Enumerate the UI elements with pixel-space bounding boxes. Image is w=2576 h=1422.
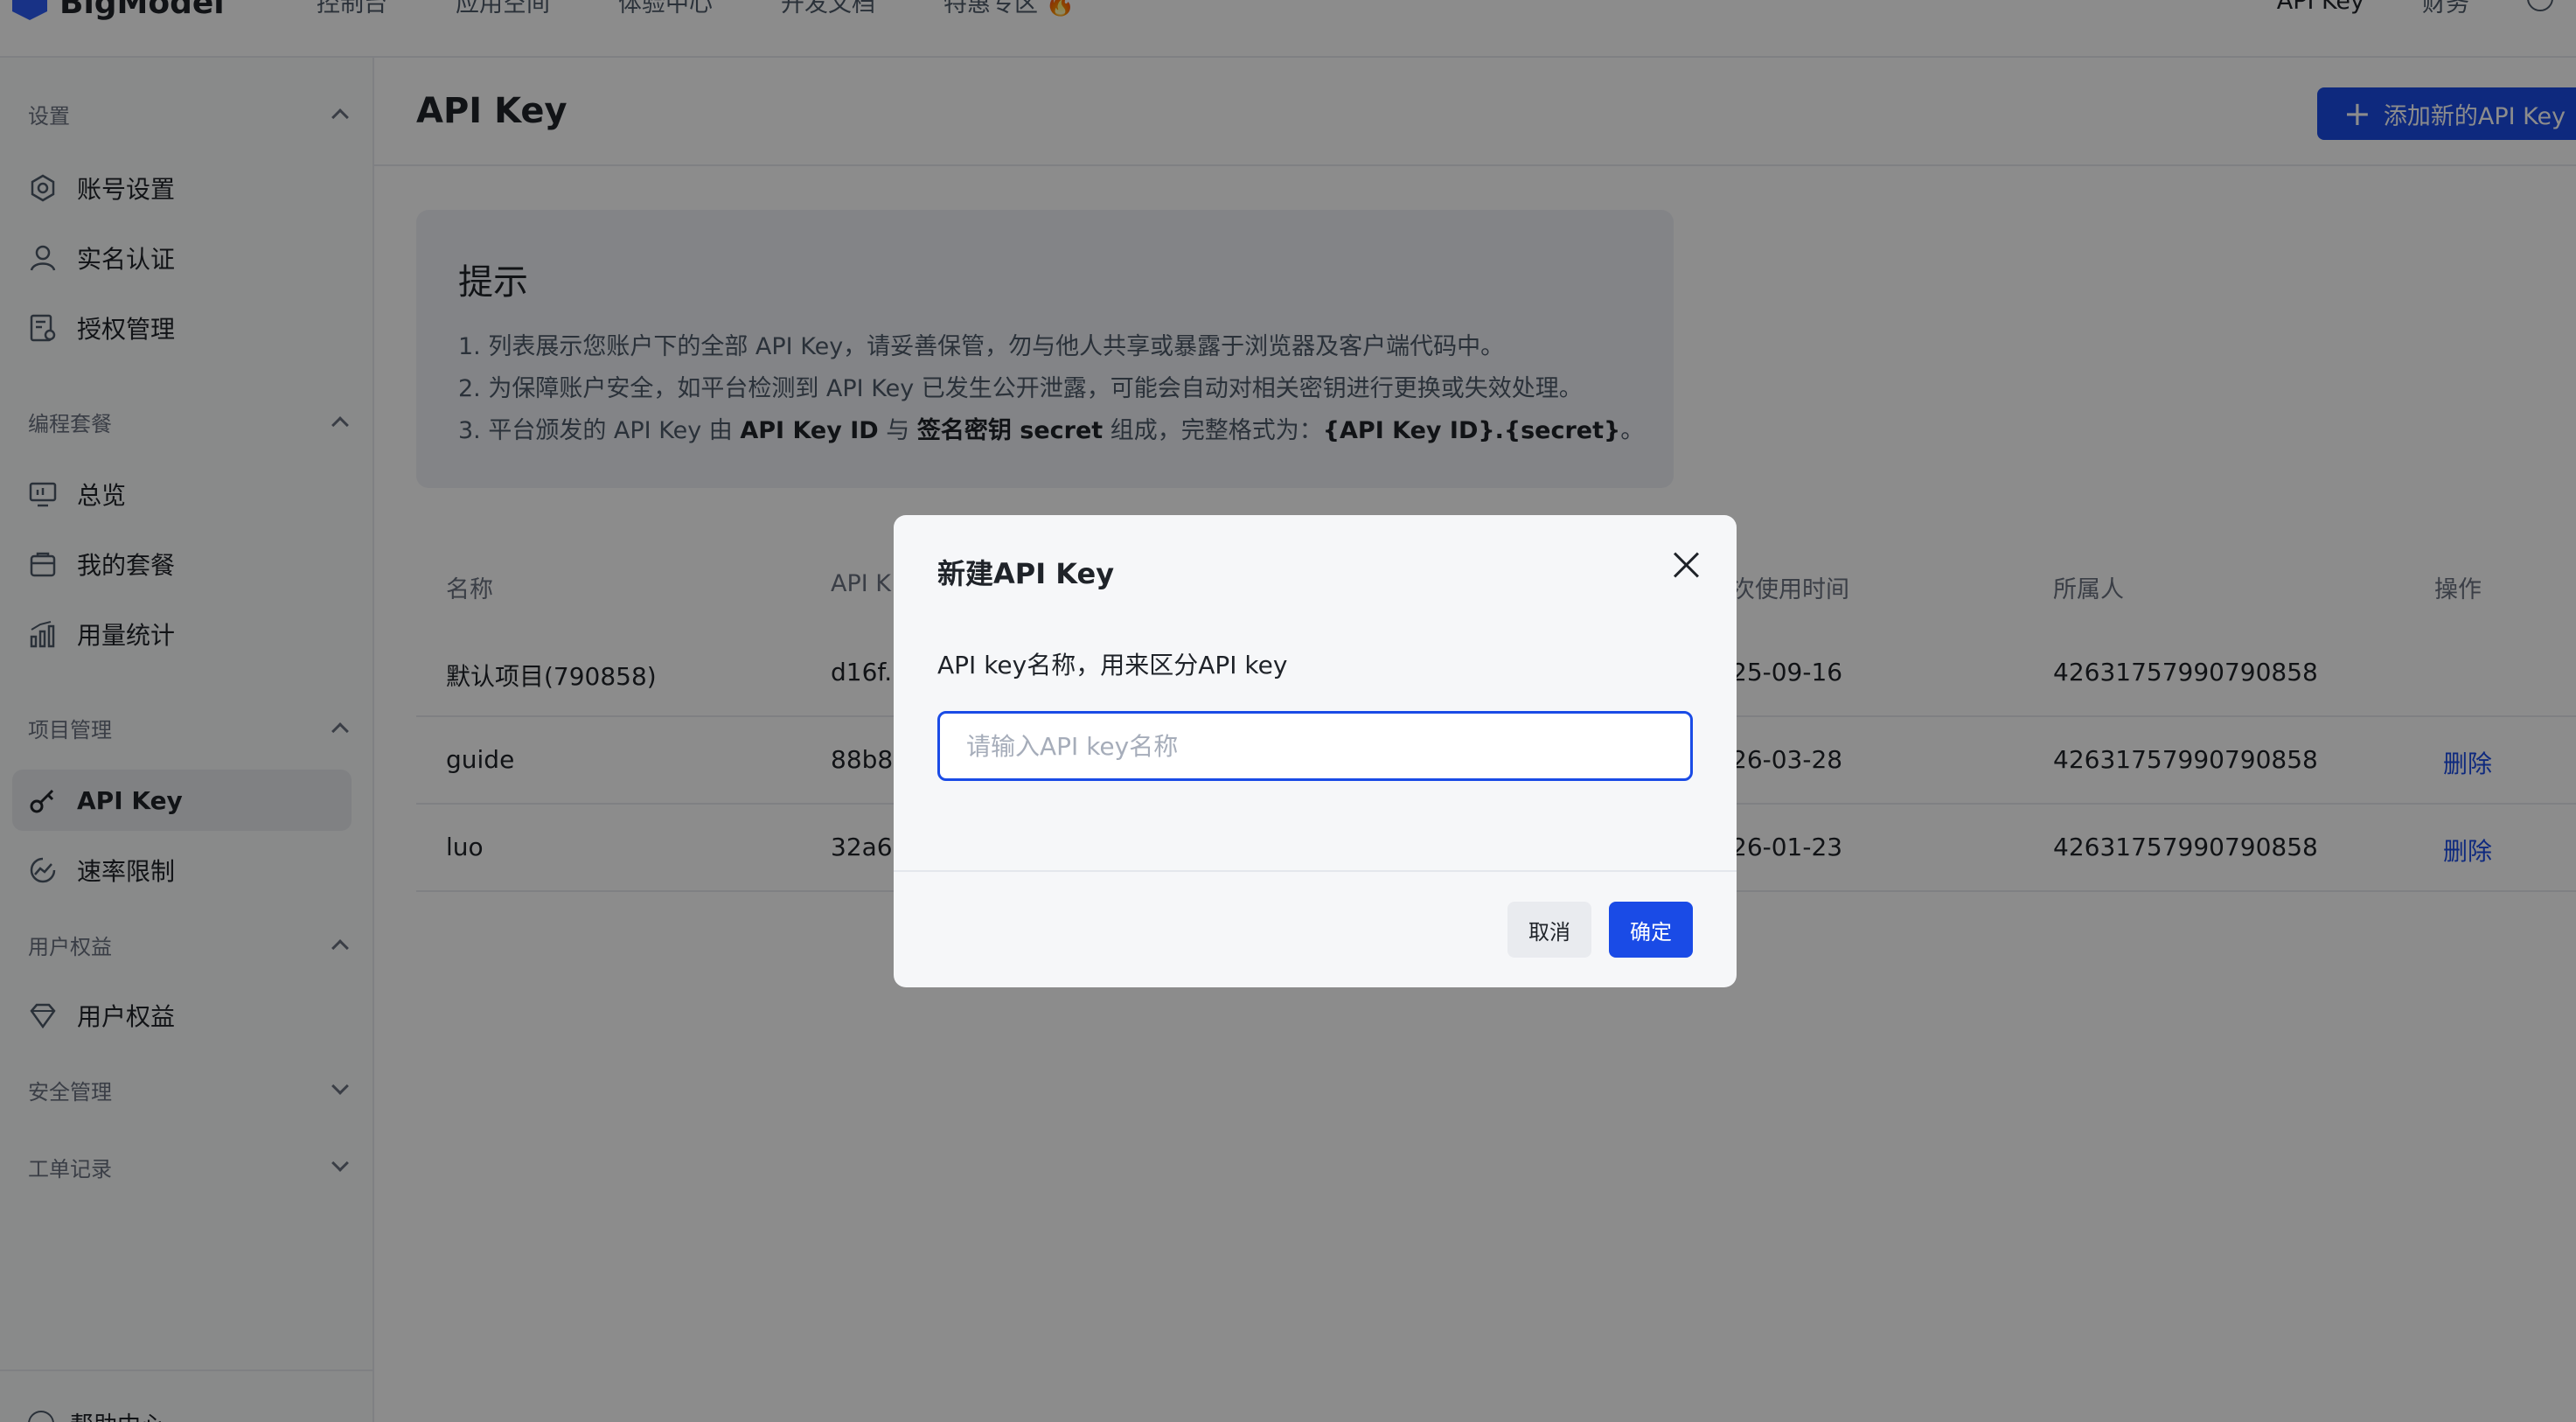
dialog-divider: [894, 870, 1737, 872]
confirm-button[interactable]: 确定: [1609, 902, 1693, 958]
api-key-name-label: API key名称，用来区分API key: [937, 651, 1288, 680]
close-icon[interactable]: [1672, 550, 1702, 580]
dialog-title: 新建API Key: [937, 557, 1115, 590]
new-api-key-dialog: 新建API Key API key名称，用来区分API key 取消 确定: [894, 515, 1737, 987]
cancel-button[interactable]: 取消: [1507, 902, 1591, 958]
api-key-name-input[interactable]: [937, 711, 1693, 781]
